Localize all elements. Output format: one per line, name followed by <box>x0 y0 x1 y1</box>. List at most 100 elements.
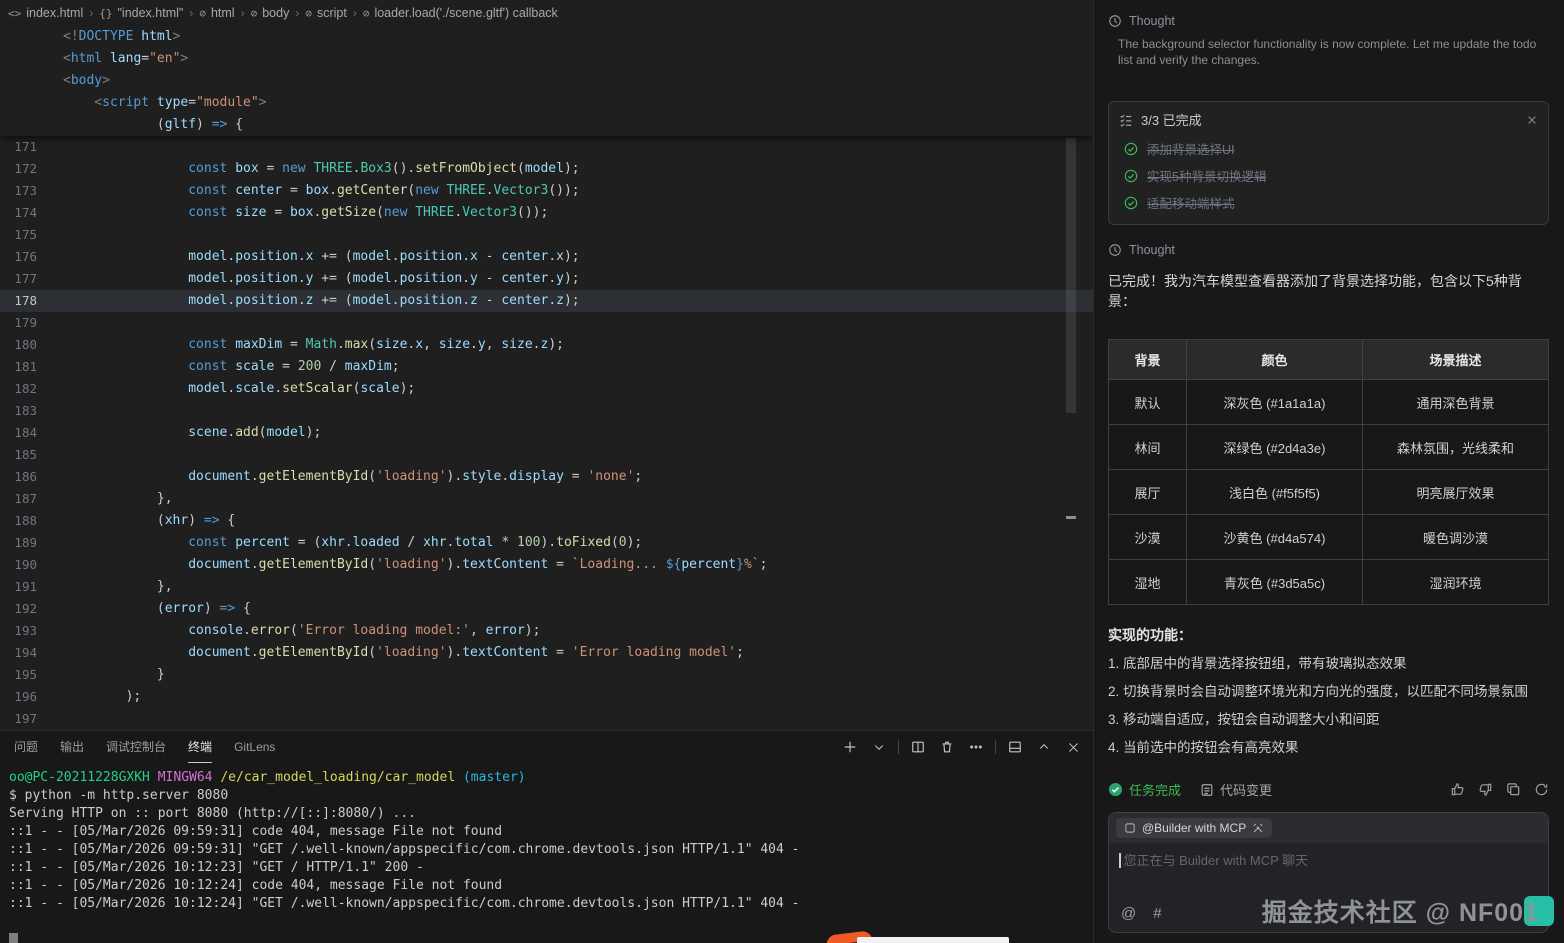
maximize-panel-button[interactable] <box>1034 737 1054 757</box>
code-line[interactable]: 175 <box>0 224 1093 246</box>
feedback-icons <box>1450 782 1549 797</box>
toolbar-divider <box>898 740 899 754</box>
thought-icon <box>1108 243 1122 257</box>
split-terminal-button[interactable] <box>908 737 928 757</box>
feature-item: 1. 底部居中的背景选择按钮组，带有玻璃拟态效果 <box>1108 655 1548 673</box>
line-number: 178 <box>0 290 46 312</box>
code-line[interactable]: 174const size = box.getSize(new THREE.Ve… <box>0 202 1093 224</box>
sticky-line[interactable]: <!DOCTYPE html> <box>0 26 1093 48</box>
code-line[interactable]: 191}, <box>0 576 1093 598</box>
thought-label: Thought <box>1129 243 1175 257</box>
code-line[interactable]: 177model.position.y += (model.position.y… <box>0 268 1093 290</box>
panel-layout-button[interactable] <box>1005 737 1025 757</box>
agent-context-chip[interactable]: @Builder with MCP <box>1116 818 1272 838</box>
sticky-line[interactable]: (gltf) => { <box>0 114 1093 136</box>
code-line[interactable]: 188(xhr) => { <box>0 510 1093 532</box>
preview-peek-window[interactable] <box>857 937 1009 943</box>
code-area[interactable]: 171172const box = new THREE.Box3().setFr… <box>0 136 1093 730</box>
code-line[interactable]: 172const box = new THREE.Box3().setFromO… <box>0 158 1093 180</box>
breadcrumb-item[interactable]: ⊘script <box>305 6 347 20</box>
sticky-line[interactable]: <body> <box>0 70 1093 92</box>
panel-actions <box>840 737 1083 757</box>
panel-tab[interactable]: 问题 <box>14 732 38 763</box>
breadcrumb-separator: › <box>295 6 299 20</box>
line-number: 190 <box>0 554 46 576</box>
code-line[interactable]: 195} <box>0 664 1093 686</box>
thumbs-down-icon[interactable] <box>1478 782 1493 797</box>
code-line[interactable]: 176model.position.x += (model.position.x… <box>0 246 1093 268</box>
code-line[interactable]: 186document.getElementById('loading').st… <box>0 466 1093 488</box>
todo-item: 实现5种背景切换逻辑 <box>1119 162 1538 189</box>
line-number: 196 <box>0 686 46 708</box>
panel-tab[interactable]: 输出 <box>60 732 84 763</box>
panel-tab[interactable]: GitLens <box>234 732 275 763</box>
breadcrumb-label: index.html <box>26 6 83 20</box>
checklist-icon <box>1119 113 1133 127</box>
kill-terminal-button[interactable] <box>937 737 957 757</box>
builder-tools-icon <box>1252 822 1264 834</box>
thought-header: Thought <box>1108 14 1548 28</box>
code-line[interactable]: 184scene.add(model); <box>0 422 1093 444</box>
new-terminal-button[interactable] <box>840 737 860 757</box>
breadcrumb-item[interactable]: ⊘html <box>199 6 234 20</box>
code-line[interactable]: 179 <box>0 312 1093 334</box>
breadcrumb-label: script <box>317 6 347 20</box>
code-line[interactable]: 197 <box>0 708 1093 730</box>
line-number: 189 <box>0 532 46 554</box>
sticky-line[interactable]: <html lang="en"> <box>0 48 1093 70</box>
line-number <box>0 48 46 70</box>
thumbs-up-icon[interactable] <box>1450 782 1465 797</box>
editor-scrollbar[interactable] <box>1066 138 1076 413</box>
breadcrumb-separator: › <box>353 6 357 20</box>
code-line[interactable]: 180const maxDim = Math.max(size.x, size.… <box>0 334 1093 356</box>
symbol-method-icon: ⊘ <box>363 7 370 20</box>
code-line[interactable]: 192(error) => { <box>0 598 1093 620</box>
table-cell: 沙漠 <box>1109 515 1187 560</box>
ide-window: <>index.html›{}"index.html"›⊘html›⊘body›… <box>0 0 1564 943</box>
code-changes-button[interactable]: 代码变更 <box>1200 780 1272 799</box>
code-line[interactable]: 182model.scale.setScalar(scale); <box>0 378 1093 400</box>
code-line[interactable]: 183 <box>0 400 1093 422</box>
panel-tab[interactable]: 调试控制台 <box>106 732 166 763</box>
code-line[interactable]: 190document.getElementById('loading').te… <box>0 554 1093 576</box>
code-line[interactable]: 187}, <box>0 488 1093 510</box>
close-icon[interactable] <box>1526 114 1538 126</box>
code-line[interactable]: 189const percent = (xhr.loaded / xhr.tot… <box>0 532 1093 554</box>
code-line[interactable]: 181const scale = 200 / maxDim; <box>0 356 1093 378</box>
table-cell: 深绿色 (#2d4a3e) <box>1187 425 1363 470</box>
breadcrumb-item[interactable]: ⊘loader.load('./scene.gltf') callback <box>363 6 558 20</box>
feature-item: 4. 当前选中的按钮会有高亮效果 <box>1108 739 1548 757</box>
breadcrumb-item[interactable]: {}"index.html" <box>99 6 183 20</box>
table-header-cell: 场景描述 <box>1363 340 1549 380</box>
table-cell: 明亮展厅效果 <box>1363 470 1549 515</box>
code-line[interactable]: 171 <box>0 136 1093 158</box>
code-line[interactable]: 173const center = box.getCenter(new THRE… <box>0 180 1093 202</box>
code-line[interactable]: 194document.getElementById('loading').te… <box>0 642 1093 664</box>
line-number: 187 <box>0 488 46 510</box>
watermark: 掘金技术社区 @ NF001 <box>1262 893 1554 929</box>
breadcrumb-item[interactable]: ⊘body <box>251 6 290 20</box>
panel-tab[interactable]: 终端 <box>188 732 212 763</box>
code-line[interactable]: 185 <box>0 444 1093 466</box>
code-line[interactable]: 178model.position.z += (model.position.z… <box>0 290 1093 312</box>
code-line[interactable]: 196); <box>0 686 1093 708</box>
terminal-profile-dropdown[interactable] <box>869 737 889 757</box>
hashtag-icon[interactable]: # <box>1153 905 1161 922</box>
more-actions-button[interactable] <box>966 737 986 757</box>
close-panel-button[interactable] <box>1063 737 1083 757</box>
code-changes-label: 代码变更 <box>1220 780 1272 799</box>
breadcrumb-item[interactable]: <>index.html <box>8 6 83 20</box>
code-changes-icon <box>1200 783 1214 797</box>
code-line[interactable]: 193console.error('Error loading model:',… <box>0 620 1093 642</box>
breadcrumb-label: html <box>211 6 235 20</box>
mention-icon[interactable]: @ <box>1121 905 1136 922</box>
copy-icon[interactable] <box>1506 782 1521 797</box>
regenerate-icon[interactable] <box>1534 782 1549 797</box>
table-row: 林间深绿色 (#2d4a3e)森林氛围，光线柔和 <box>1109 425 1549 470</box>
terminal-output[interactable]: oo@PC-20211228GXKH MINGW64 /e/car_model_… <box>0 763 1093 943</box>
line-number: 186 <box>0 466 46 488</box>
line-number: 182 <box>0 378 46 400</box>
sticky-line[interactable]: <script type="module"> <box>0 92 1093 114</box>
line-number: 195 <box>0 664 46 686</box>
line-number: 173 <box>0 180 46 202</box>
